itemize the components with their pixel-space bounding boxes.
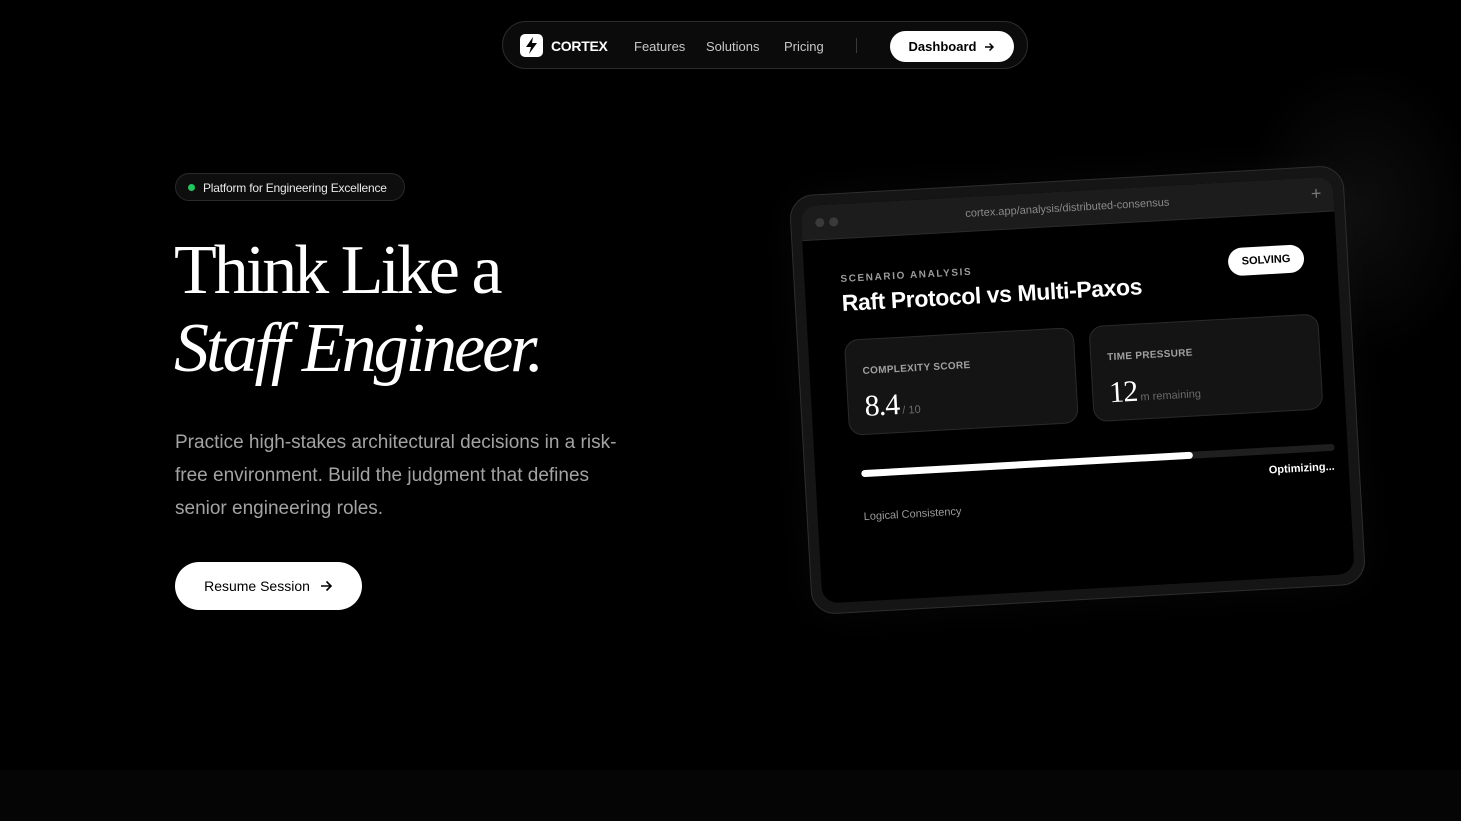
time-pressure-number: 12 xyxy=(1108,374,1139,410)
device-frame: cortex.app/analysis/distributed-consensu… xyxy=(788,164,1367,616)
brand-name[interactable]: CORTEX xyxy=(551,38,608,54)
hero-badge-text: Platform for Engineering Excellence xyxy=(203,181,387,195)
dashboard-button-label: Dashboard xyxy=(908,39,977,54)
dashboard-button[interactable]: Dashboard xyxy=(890,31,1014,62)
logical-consistency-progress-track xyxy=(861,443,1335,478)
logo-bolt-icon[interactable] xyxy=(520,34,543,57)
bottom-band xyxy=(0,770,1461,821)
browser-url-bar: cortex.app/analysis/distributed-consensu… xyxy=(800,176,1335,242)
time-pressure-suffix: m remaining xyxy=(1140,388,1202,404)
top-nav: CORTEX Features Solutions Pricing Dashbo… xyxy=(502,21,1028,69)
time-pressure-label: TIME PRESSURE xyxy=(1106,347,1194,364)
solving-status-badge: SOLVING xyxy=(1227,244,1305,277)
new-tab-plus-icon[interactable]: + xyxy=(1310,183,1322,205)
headline-line-1: Think Like a xyxy=(174,232,503,309)
headline-line-2: Staff Engineer. xyxy=(174,310,544,387)
hero-headline: Think Like a Staff Engineer. xyxy=(174,232,734,388)
browser-url: cortex.app/analysis/distributed-consensu… xyxy=(965,196,1170,220)
arrow-right-icon xyxy=(320,580,333,592)
complexity-score-label: COMPLEXITY SCORE xyxy=(862,359,971,377)
progress-label: Logical Consistency xyxy=(863,505,962,524)
complexity-score-card: COMPLEXITY SCORE 8.4/ 10 xyxy=(843,327,1079,436)
nav-link-pricing[interactable]: Pricing xyxy=(784,39,824,54)
hero-badge: Platform for Engineering Excellence xyxy=(175,173,405,201)
progress-status-text: Optimizing... xyxy=(1268,460,1336,477)
nav-link-solutions[interactable]: Solutions xyxy=(706,39,759,54)
resume-session-label: Resume Session xyxy=(204,578,310,594)
hero-subtext: Practice high-stakes architectural decis… xyxy=(175,432,617,519)
complexity-score-value: 8.4/ 10 xyxy=(864,387,922,424)
device-mockup: cortex.app/analysis/distributed-consensu… xyxy=(788,164,1367,616)
arrow-right-icon xyxy=(985,42,995,51)
complexity-score-number: 8.4 xyxy=(863,388,900,423)
status-dot-icon xyxy=(188,184,195,191)
nav-link-features[interactable]: Features xyxy=(634,39,685,54)
complexity-score-suffix: / 10 xyxy=(902,403,922,417)
time-pressure-value: 12 m remaining xyxy=(1108,371,1201,410)
device-screen: cortex.app/analysis/distributed-consensu… xyxy=(800,176,1355,604)
resume-session-button[interactable]: Resume Session xyxy=(175,562,362,610)
scenario-section-label: SCENARIO ANALYSIS xyxy=(840,266,973,286)
time-pressure-card: TIME PRESSURE 12 m remaining xyxy=(1088,313,1324,423)
logical-consistency-progress-fill xyxy=(861,451,1193,478)
nav-divider xyxy=(856,38,857,53)
